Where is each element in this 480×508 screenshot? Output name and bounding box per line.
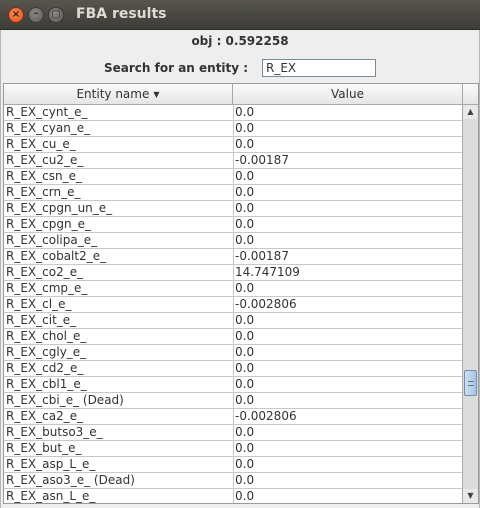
table-row[interactable]: R_EX_asn_L_e_ 0.0: [4, 489, 462, 503]
title-bar: × – ▢ FBA results: [0, 0, 480, 30]
table-header: Entity name ▼ Value: [4, 84, 462, 105]
entity-name-cell[interactable]: R_EX_cgly_e_: [5, 345, 232, 360]
table-row[interactable]: R_EX_colipa_e_ 0.0: [4, 233, 462, 249]
entity-name-cell[interactable]: R_EX_ca2_e_: [5, 409, 232, 424]
value-cell[interactable]: 0.0: [233, 169, 462, 184]
table-row[interactable]: R_EX_cit_e_ 0.0: [4, 313, 462, 329]
entity-name-cell[interactable]: R_EX_chol_e_: [5, 329, 232, 344]
value-cell[interactable]: 0.0: [233, 105, 462, 120]
table-row[interactable]: R_EX_cpgn_e_ 0.0: [4, 217, 462, 233]
table-row[interactable]: R_EX_chol_e_ 0.0: [4, 329, 462, 345]
entity-name-cell[interactable]: R_EX_but_e_: [5, 441, 232, 456]
value-cell[interactable]: 0.0: [233, 233, 462, 248]
search-input[interactable]: [262, 59, 376, 77]
value-cell[interactable]: 0.0: [233, 489, 462, 503]
value-cell[interactable]: -0.00187: [233, 153, 462, 168]
column-header-value[interactable]: Value: [233, 84, 462, 104]
entity-name-cell[interactable]: R_EX_cyan_e_: [5, 121, 232, 136]
table-row[interactable]: R_EX_csn_e_ 0.0: [4, 169, 462, 185]
value-cell[interactable]: 0.0: [233, 281, 462, 296]
table-row[interactable]: R_EX_cyan_e_ 0.0: [4, 121, 462, 137]
value-cell[interactable]: 0.0: [233, 201, 462, 216]
column-header-entity[interactable]: Entity name ▼: [4, 84, 233, 104]
table-row[interactable]: R_EX_cpgn_un_e_ 0.0: [4, 201, 462, 217]
entity-name-cell[interactable]: R_EX_colipa_e_: [5, 233, 232, 248]
entity-name-cell[interactable]: R_EX_cu2_e_: [5, 153, 232, 168]
entity-name-cell[interactable]: R_EX_cu_e_: [5, 137, 232, 152]
scroll-up-icon[interactable]: ▲: [463, 105, 478, 119]
entity-name-cell[interactable]: R_EX_cd2_e_: [5, 361, 232, 376]
entity-name-cell[interactable]: R_EX_cbi_e_ (Dead): [5, 393, 232, 408]
entity-name-cell[interactable]: R_EX_cpgn_e_: [5, 217, 232, 232]
table-row[interactable]: R_EX_ca2_e_ -0.002806: [4, 409, 462, 425]
sort-descending-icon: ▼: [153, 90, 160, 99]
value-cell[interactable]: 0.0: [233, 361, 462, 376]
search-label: Search for an entity :: [104, 61, 249, 75]
entity-name-cell[interactable]: R_EX_cobalt2_e_: [5, 249, 232, 264]
scrollbar-thumb[interactable]: [464, 370, 477, 396]
value-cell[interactable]: 14.747109: [233, 265, 462, 280]
table-row[interactable]: R_EX_co2_e_ 14.747109: [4, 265, 462, 281]
value-cell[interactable]: -0.002806: [233, 409, 462, 424]
table-row[interactable]: R_EX_but_e_ 0.0: [4, 441, 462, 457]
table-row[interactable]: R_EX_cynt_e_ 0.0: [4, 105, 462, 121]
value-cell[interactable]: 0.0: [233, 185, 462, 200]
minimize-window-button[interactable]: –: [28, 7, 44, 23]
window-content: obj : 0.592258 Search for an entity : En…: [0, 30, 480, 508]
vertical-scrollbar[interactable]: ▲ ▼: [462, 105, 478, 503]
value-cell[interactable]: 0.0: [233, 329, 462, 344]
table-corner: [462, 84, 478, 105]
value-cell[interactable]: 0.0: [233, 313, 462, 328]
value-cell[interactable]: 0.0: [233, 425, 462, 440]
entity-name-cell[interactable]: R_EX_cbl1_e_: [5, 377, 232, 392]
value-cell[interactable]: 0.0: [233, 473, 462, 488]
value-cell[interactable]: 0.0: [233, 137, 462, 152]
value-cell[interactable]: 0.0: [233, 457, 462, 472]
value-cell[interactable]: 0.0: [233, 345, 462, 360]
entity-name-cell[interactable]: R_EX_cit_e_: [5, 313, 232, 328]
table-row[interactable]: R_EX_cl_e_ -0.002806: [4, 297, 462, 313]
entity-name-cell[interactable]: R_EX_co2_e_: [5, 265, 232, 280]
table-row[interactable]: R_EX_cbl1_e_ 0.0: [4, 377, 462, 393]
entity-name-cell[interactable]: R_EX_cynt_e_: [5, 105, 232, 120]
value-cell[interactable]: 0.0: [233, 393, 462, 408]
table-row[interactable]: R_EX_cu_e_ 0.0: [4, 137, 462, 153]
table-body: R_EX_cynt_e_ 0.0 R_EX_cyan_e_ 0.0 R_EX_cu_e_…: [4, 105, 462, 503]
entity-name-cell[interactable]: R_EX_cpgn_un_e_: [5, 201, 232, 216]
scroll-down-icon[interactable]: ▼: [463, 489, 478, 503]
entity-name-cell[interactable]: R_EX_asn_L_e_: [5, 489, 232, 503]
entity-name-cell[interactable]: R_EX_butso3_e_: [5, 425, 232, 440]
objective-value: obj : 0.592258: [191, 34, 289, 48]
value-cell[interactable]: 0.0: [233, 217, 462, 232]
results-table: Entity name ▼ Value R_EX_cynt_e_ 0.0 R_EX_c…: [3, 83, 479, 504]
value-cell[interactable]: -0.002806: [233, 297, 462, 312]
table-row[interactable]: R_EX_cbi_e_ (Dead) 0.0: [4, 393, 462, 409]
table-row[interactable]: R_EX_cgly_e_ 0.0: [4, 345, 462, 361]
column-header-value-label: Value: [331, 87, 364, 101]
table-row[interactable]: R_EX_cmp_e_ 0.0: [4, 281, 462, 297]
table-row[interactable]: R_EX_aso3_e_ (Dead) 0.0: [4, 473, 462, 489]
entity-name-cell[interactable]: R_EX_crn_e_: [5, 185, 232, 200]
table-row[interactable]: R_EX_cu2_e_ -0.00187: [4, 153, 462, 169]
table-row[interactable]: R_EX_butso3_e_ 0.0: [4, 425, 462, 441]
entity-name-cell[interactable]: R_EX_asp_L_e_: [5, 457, 232, 472]
value-cell[interactable]: 0.0: [233, 441, 462, 456]
table-row[interactable]: R_EX_cobalt2_e_ -0.00187: [4, 249, 462, 265]
table-row[interactable]: R_EX_crn_e_ 0.0: [4, 185, 462, 201]
window-title: FBA results: [76, 6, 167, 22]
entity-name-cell[interactable]: R_EX_aso3_e_ (Dead): [5, 473, 232, 488]
entity-name-cell[interactable]: R_EX_cmp_e_: [5, 281, 232, 296]
table-row[interactable]: R_EX_asp_L_e_ 0.0: [4, 457, 462, 473]
close-window-button[interactable]: ×: [8, 7, 24, 23]
value-cell[interactable]: 0.0: [233, 121, 462, 136]
column-header-entity-label: Entity name: [76, 87, 150, 101]
maximize-window-button[interactable]: ▢: [48, 7, 64, 23]
value-cell[interactable]: 0.0: [233, 377, 462, 392]
table-row[interactable]: R_EX_cd2_e_ 0.0: [4, 361, 462, 377]
value-cell[interactable]: -0.00187: [233, 249, 462, 264]
entity-name-cell[interactable]: R_EX_csn_e_: [5, 169, 232, 184]
entity-name-cell[interactable]: R_EX_cl_e_: [5, 297, 232, 312]
